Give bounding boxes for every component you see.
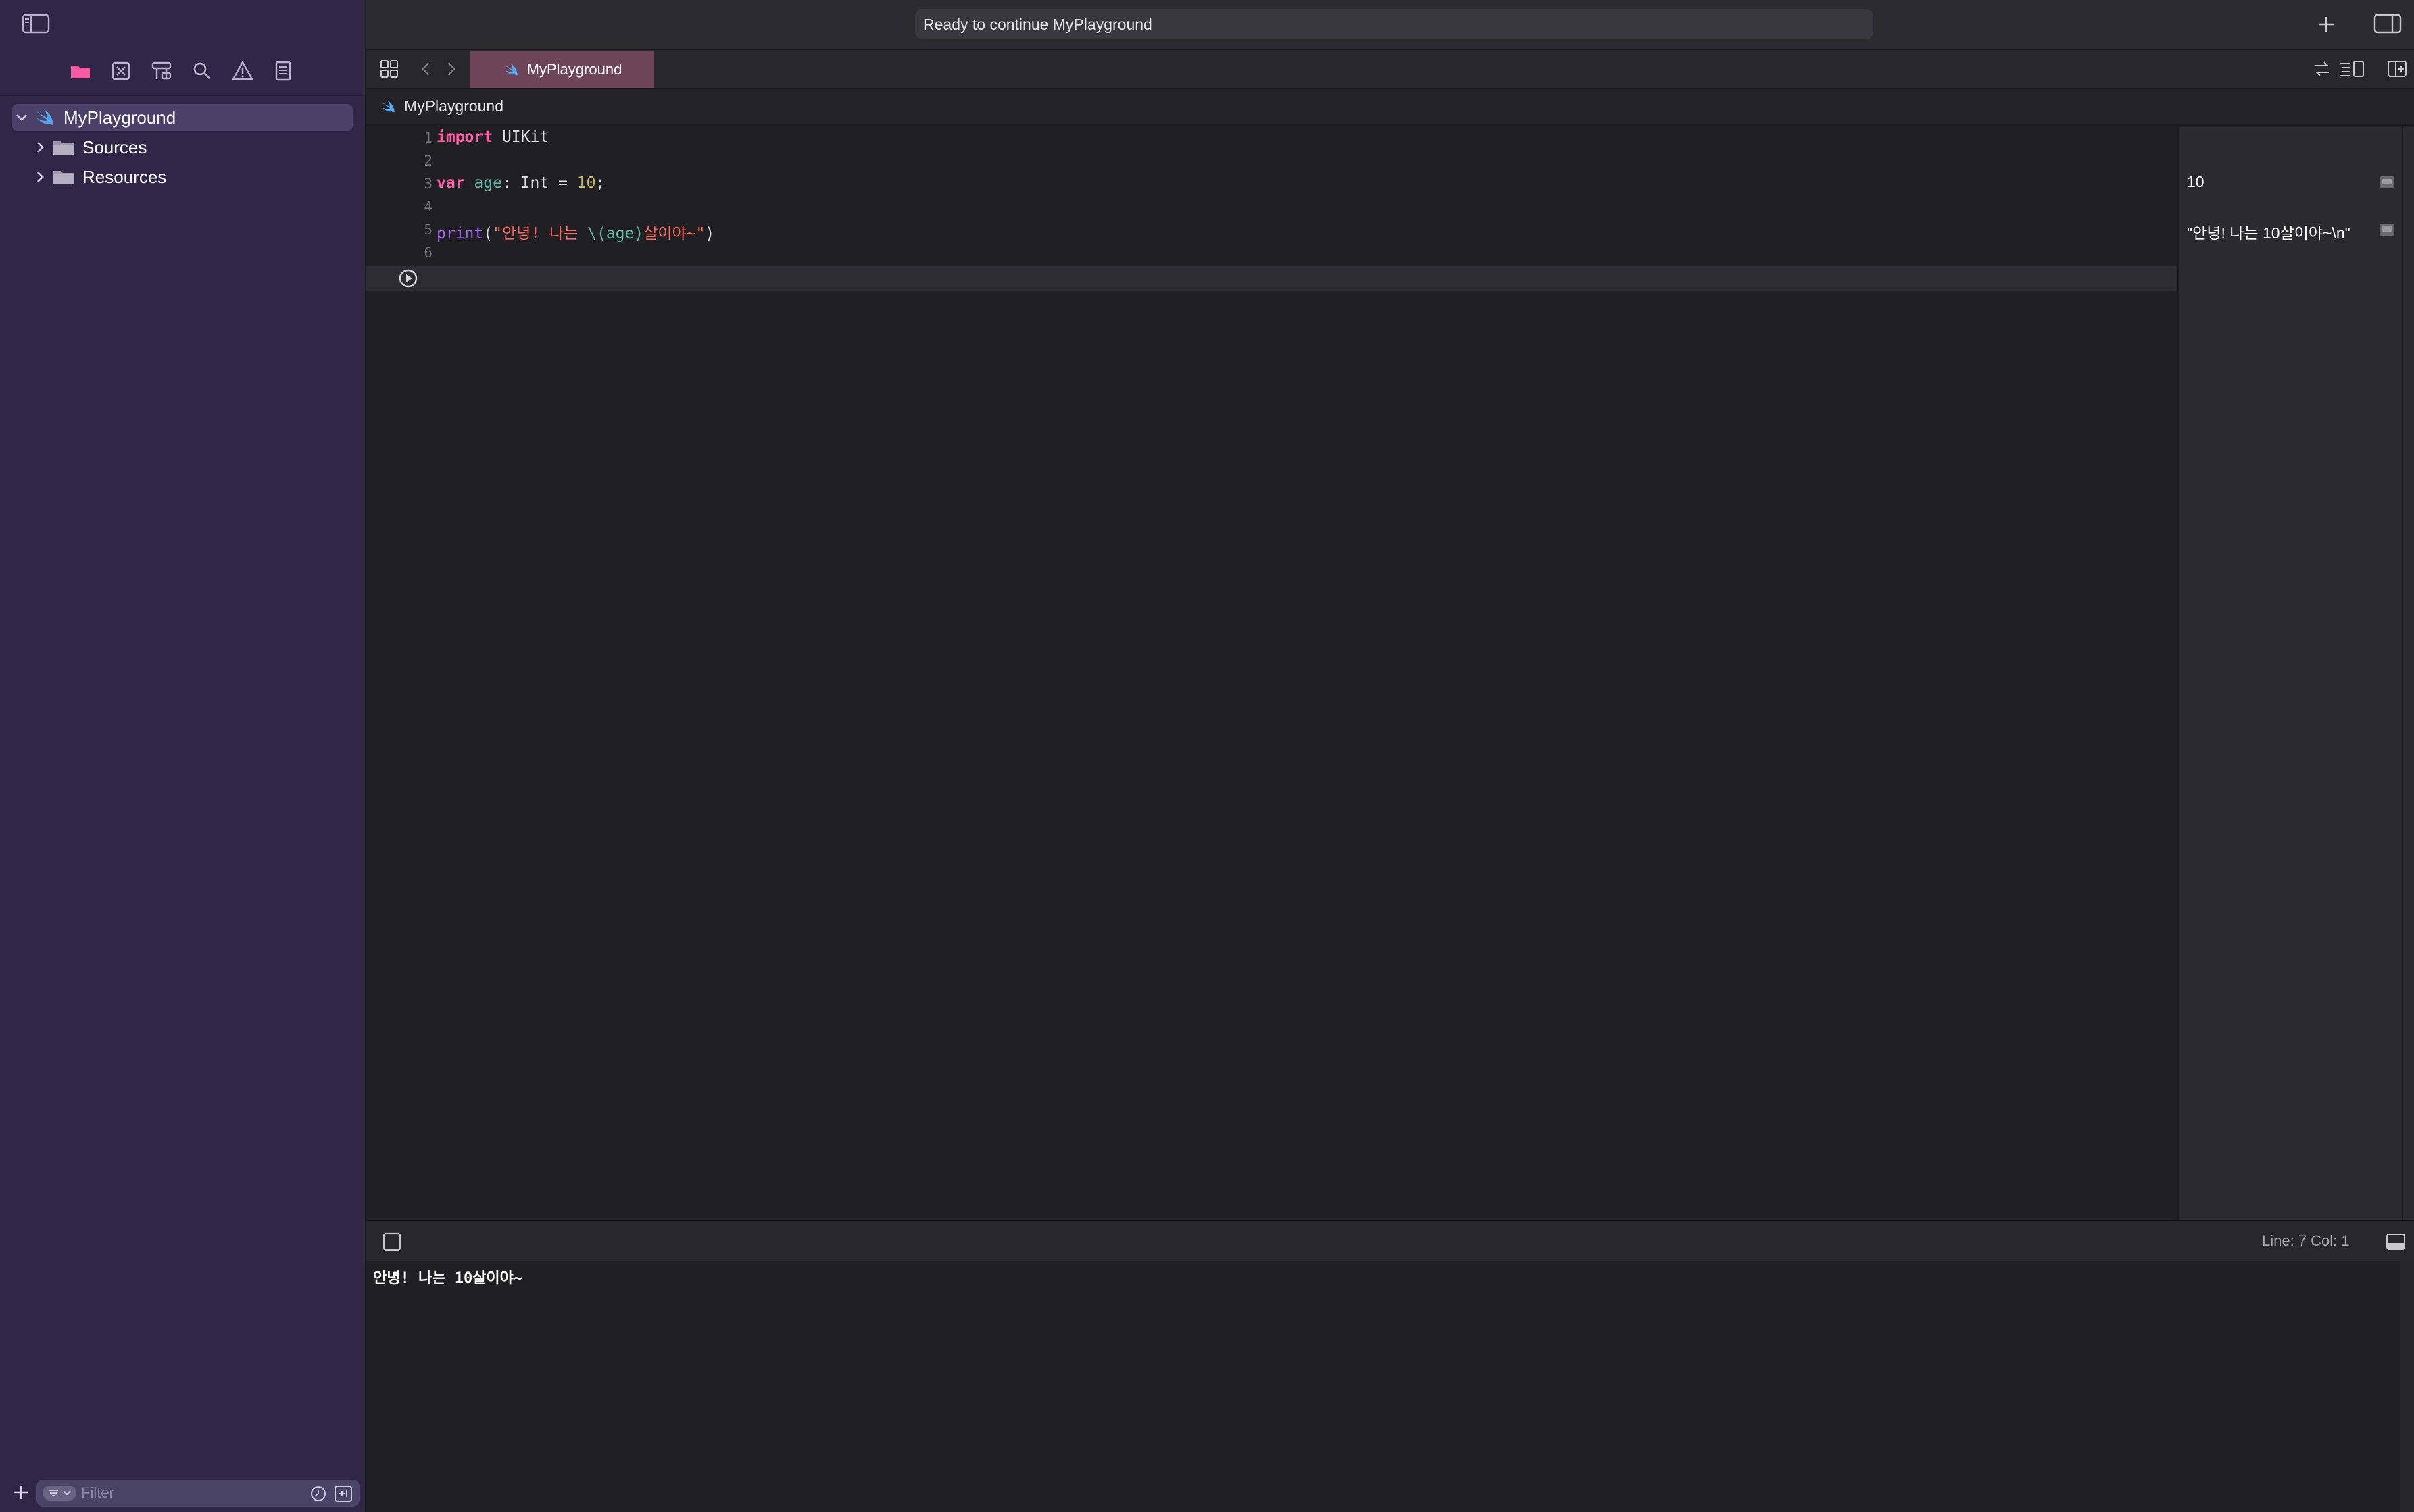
results-sidebar: 10 "안녕! 나는 10살이야~\n" — [2177, 126, 2402, 1220]
function-name: print — [437, 225, 484, 243]
status-text: Ready to continue MyPlayground — [923, 16, 1152, 33]
code-line-5: print("안녕! 나는 \(age)살이야~") — [437, 220, 714, 243]
breadcrumb-item[interactable]: MyPlayground — [404, 97, 503, 116]
line-number: 3 — [424, 176, 433, 192]
swift-icon — [503, 63, 519, 76]
swap-icon[interactable] — [2313, 59, 2332, 78]
line-number: 2 — [424, 153, 433, 169]
swift-icon — [31, 109, 58, 126]
code-text: UIKit — [493, 128, 549, 146]
editor-options-icon[interactable] — [2338, 59, 2365, 78]
split-editor-icon[interactable] — [2387, 59, 2407, 78]
breadcrumb: MyPlayground — [366, 89, 2414, 126]
folder-icon[interactable] — [69, 59, 92, 82]
sidebar-topbar — [0, 0, 365, 47]
code-line-3: var age: Int = 10; — [437, 174, 605, 192]
chevron-right-icon[interactable] — [31, 170, 50, 184]
sidebar-toggle-icon[interactable] — [22, 14, 50, 34]
code-text: ; — [595, 174, 606, 192]
tree-item-myplayground[interactable]: MyPlayground — [12, 104, 353, 131]
chevron-down-icon[interactable] — [12, 113, 31, 122]
console-output[interactable]: 안녕! 나는 10살이야~ — [366, 1261, 2400, 1512]
code-text: : Int = — [501, 174, 577, 192]
symbol-icon[interactable] — [150, 59, 173, 82]
line-number: 5 — [424, 222, 433, 238]
result-value: "안녕! 나는 10살이야~\n" — [2187, 224, 2350, 242]
tab-myplayground[interactable]: MyPlayground — [470, 51, 654, 88]
current-line-highlight — [366, 266, 2177, 291]
chevron-right-icon[interactable] — [31, 141, 50, 154]
tree-item-resources[interactable]: Resources — [12, 163, 353, 191]
grid-icon[interactable] — [380, 59, 399, 78]
line-number: 4 — [424, 199, 433, 215]
window-toolbar: Ready to continue MyPlayground — [366, 0, 2414, 50]
tab-label: MyPlayground — [526, 61, 622, 78]
filter-field[interactable]: Filter — [36, 1480, 360, 1507]
quick-look-icon[interactable] — [2379, 176, 2395, 189]
string-literal: "안녕! 나는 — [493, 225, 588, 243]
sidebar-divider — [0, 95, 365, 96]
code-text: ) — [705, 225, 715, 243]
console-toggle-icon[interactable] — [2386, 1232, 2406, 1251]
console-scrollbar[interactable] — [2400, 1261, 2414, 1512]
line-number: 6 — [424, 245, 433, 261]
activity-status: Ready to continue MyPlayground — [915, 9, 1873, 39]
add-icon[interactable] — [12, 1484, 30, 1501]
filter-placeholder: Filter — [81, 1484, 114, 1501]
scm-filter-icon[interactable] — [334, 1485, 353, 1503]
tree-item-label: Sources — [82, 136, 147, 157]
quick-look-icon[interactable] — [2379, 223, 2395, 236]
issue-icon[interactable] — [231, 59, 254, 82]
hide-debug-area-icon[interactable] — [383, 1232, 401, 1251]
code-text: ( — [483, 225, 493, 243]
number-literal: 10 — [576, 174, 596, 192]
filter-options-icon[interactable] — [42, 1485, 77, 1501]
keyword: import — [437, 128, 493, 146]
cursor-position: Line: 7 Col: 1 — [2262, 1232, 2350, 1249]
code-editor[interactable]: 1 2 3 4 5 6 import UIKit var age: Int = … — [366, 126, 2177, 1220]
search-icon[interactable] — [191, 59, 214, 82]
recent-files-icon[interactable] — [310, 1485, 327, 1503]
tree-item-label: Resources — [82, 166, 167, 187]
interpolation: \(age) — [587, 225, 644, 243]
keyword: var — [437, 174, 465, 192]
inspector-toggle-icon[interactable] — [2373, 14, 2402, 34]
chevron-right-icon[interactable] — [446, 61, 457, 77]
debug-bar: Line: 7 Col: 1 — [366, 1220, 2414, 1262]
string-literal: 살이야~" — [643, 225, 706, 243]
chevron-left-icon[interactable] — [420, 61, 431, 77]
tab-bar: MyPlayground — [366, 50, 2414, 89]
result-value: 10 — [2187, 173, 2204, 191]
folder-icon — [50, 168, 77, 186]
tree-item-label: MyPlayground — [64, 107, 176, 128]
console-text: 안녕! 나는 10살이야~ — [373, 1270, 523, 1287]
report-icon[interactable] — [272, 59, 295, 82]
line-number: 1 — [424, 130, 433, 146]
identifier: age — [474, 174, 502, 192]
add-icon[interactable] — [2317, 15, 2336, 34]
tree-item-sources[interactable]: Sources — [12, 134, 353, 161]
source-control-icon[interactable] — [109, 59, 132, 82]
folder-icon — [50, 138, 77, 156]
code-line-1: import UIKit — [437, 128, 549, 146]
minimap[interactable] — [2402, 126, 2414, 1220]
swift-icon — [380, 100, 396, 114]
run-line-icon[interactable] — [399, 269, 418, 288]
navigator-sidebar: MyPlayground Sources Resources Filter — [0, 0, 366, 1512]
